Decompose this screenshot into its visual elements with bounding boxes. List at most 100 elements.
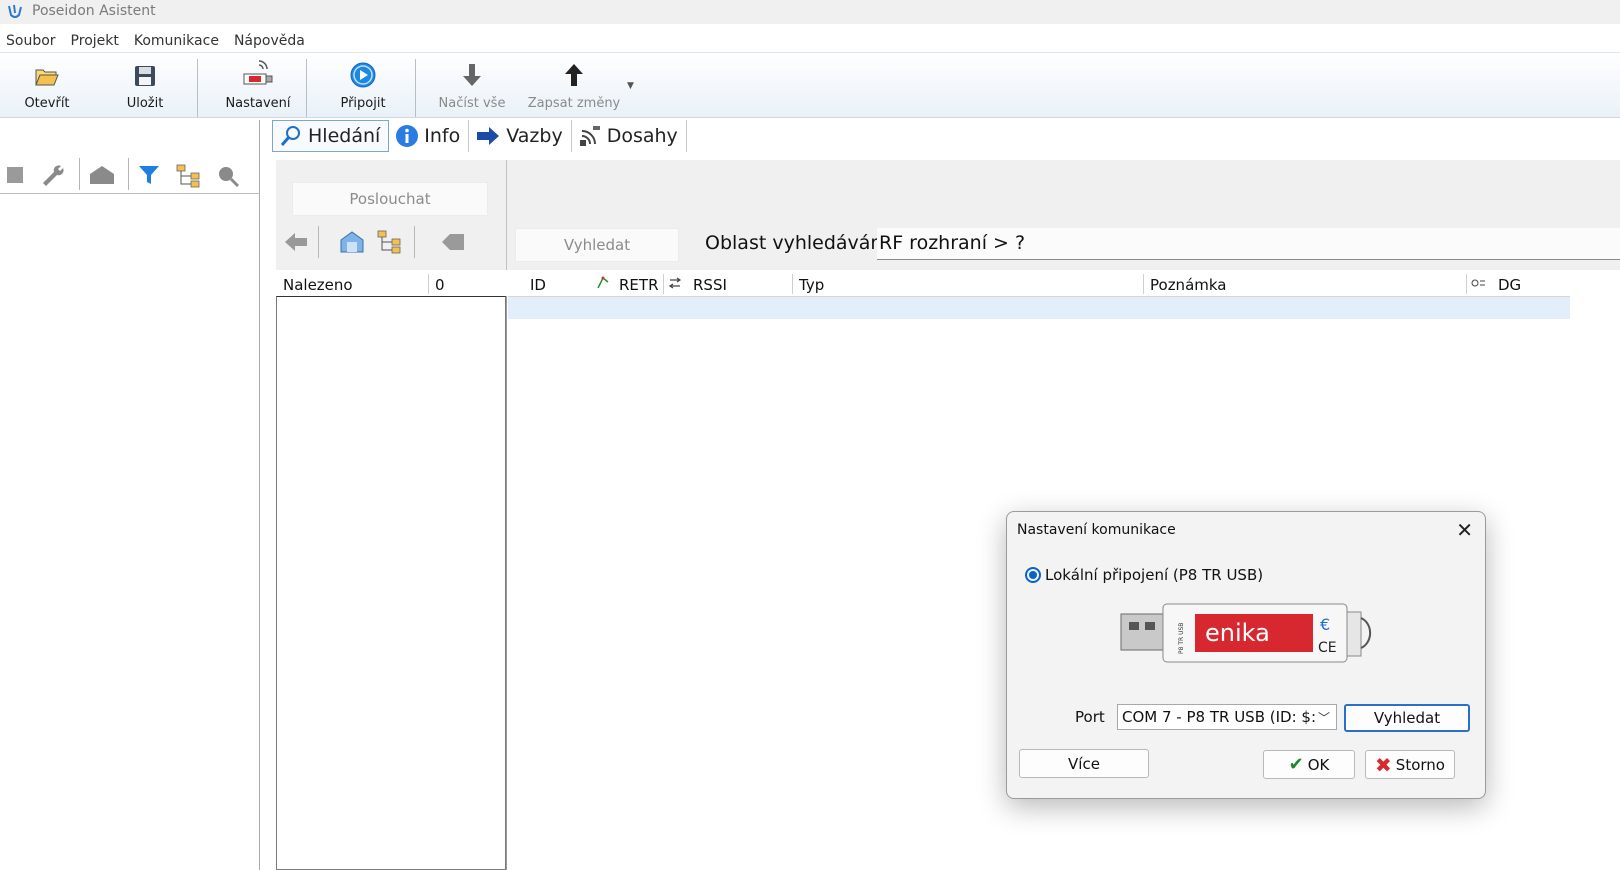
read-all-label: Načíst vše bbox=[438, 96, 506, 111]
left-toolbar-separator bbox=[79, 158, 80, 190]
more-button[interactable]: Více bbox=[1019, 749, 1149, 778]
tab-vazby-label: Vazby bbox=[506, 125, 563, 147]
ok-label: OK bbox=[1307, 755, 1330, 774]
info-icon bbox=[396, 125, 419, 147]
found-list[interactable] bbox=[276, 296, 506, 870]
menu-projekt[interactable]: Projekt bbox=[65, 30, 128, 52]
magnifier-icon[interactable] bbox=[216, 164, 240, 188]
svg-text:CE: CE bbox=[1318, 640, 1337, 656]
settings-button[interactable]: Nastavení bbox=[218, 57, 298, 115]
connect-button[interactable]: Připojit bbox=[328, 57, 398, 115]
settings-label: Nastavení bbox=[225, 96, 291, 111]
menu-napoveda[interactable]: Nápověda bbox=[228, 30, 314, 52]
ok-button[interactable]: ✔ OK bbox=[1263, 750, 1355, 779]
device-model-text: P8 TR USB bbox=[1178, 623, 1185, 654]
left-toolbar bbox=[0, 120, 260, 194]
save-button[interactable]: Uložit bbox=[110, 57, 180, 115]
column-rssi[interactable]: RSSI bbox=[693, 274, 727, 296]
column-typ[interactable]: Typ bbox=[799, 274, 824, 296]
column-poznamka[interactable]: Poznámka bbox=[1150, 274, 1227, 296]
rssi-arrows-icon bbox=[668, 277, 682, 289]
tab-hledani[interactable]: Hledání bbox=[272, 120, 390, 152]
toolbar-separator bbox=[306, 59, 307, 117]
port-select-value: COM 7 - P8 TR USB (ID: $: bbox=[1122, 708, 1316, 726]
app-logo-icon bbox=[8, 4, 22, 18]
search-area-label: Oblast vyhledávání bbox=[705, 232, 888, 254]
arrow-down-icon bbox=[463, 64, 481, 86]
search-area-value[interactable]: RF rozhraní > ? bbox=[877, 228, 1620, 260]
cancel-button[interactable]: ✖ Storno bbox=[1365, 750, 1455, 779]
square-icon[interactable] bbox=[6, 166, 24, 184]
tab-hledani-label: Hledání bbox=[308, 125, 381, 147]
arrow-up-icon bbox=[565, 64, 583, 86]
column-separator bbox=[792, 274, 793, 294]
column-id[interactable]: ID bbox=[530, 274, 546, 296]
write-changes-label: Zapsat změny bbox=[527, 96, 621, 111]
tree-structure-icon[interactable] bbox=[377, 230, 403, 254]
usb-wireless-icon bbox=[243, 60, 273, 85]
search-button[interactable]: Vyhledat bbox=[515, 228, 679, 262]
connect-label: Připojit bbox=[340, 96, 386, 111]
tab-info[interactable]: Info bbox=[389, 120, 470, 152]
arrow-left-icon[interactable] bbox=[283, 232, 309, 252]
retr-icon bbox=[597, 276, 609, 289]
found-count: 0 bbox=[435, 276, 445, 294]
close-icon[interactable]: ✕ bbox=[1456, 518, 1473, 542]
search-person-icon bbox=[280, 126, 300, 146]
found-label: Nalezeno bbox=[283, 276, 353, 294]
house-icon[interactable] bbox=[88, 164, 116, 186]
play-circle-icon bbox=[350, 62, 376, 88]
local-connection-label: Lokální připojení (P8 TR USB) bbox=[1045, 566, 1264, 584]
column-retr[interactable]: RETR bbox=[619, 274, 659, 296]
tab-dosahy[interactable]: Dosahy bbox=[572, 120, 687, 152]
table-row[interactable] bbox=[508, 297, 1570, 319]
menu-bar: Soubor Projekt Komunikace Nápověda bbox=[0, 30, 314, 52]
found-separator bbox=[428, 274, 429, 294]
svg-text:€: € bbox=[1320, 615, 1330, 634]
search-panel: Vyhledat Oblast vyhledávání RF rozhraní … bbox=[506, 160, 1620, 270]
listen-toolbar-separator bbox=[414, 226, 415, 258]
menu-komunikace[interactable]: Komunikace bbox=[128, 30, 228, 52]
radio-selected-icon[interactable] bbox=[1025, 567, 1041, 583]
checkmark-icon: ✔ bbox=[1288, 754, 1304, 775]
write-changes-button[interactable]: Zapsat změny bbox=[526, 57, 622, 115]
column-separator bbox=[1143, 274, 1144, 294]
port-select[interactable]: COM 7 - P8 TR USB (ID: $: ﹀ bbox=[1117, 704, 1337, 730]
wrench-icon[interactable] bbox=[40, 164, 64, 186]
folder-open-icon bbox=[35, 69, 59, 86]
listen-button[interactable]: Poslouchat bbox=[292, 182, 488, 216]
window-title: Poseidon Asistent bbox=[32, 3, 156, 19]
tab-dosahy-label: Dosahy bbox=[606, 125, 678, 147]
cross-icon: ✖ bbox=[1375, 752, 1392, 777]
dropdown-arrow-icon[interactable]: ▼ bbox=[627, 81, 634, 91]
tag-icon[interactable] bbox=[440, 232, 466, 252]
open-label: Otevřít bbox=[24, 96, 70, 111]
menu-soubor[interactable]: Soubor bbox=[0, 30, 65, 52]
read-all-button[interactable]: Načíst vše bbox=[436, 57, 508, 115]
tab-info-label: Info bbox=[424, 125, 461, 147]
table-left-border bbox=[506, 296, 507, 870]
left-toolbar-separator bbox=[128, 158, 129, 190]
column-dg[interactable]: DG bbox=[1498, 274, 1521, 296]
house-blue-icon[interactable] bbox=[339, 230, 365, 254]
local-connection-radio[interactable]: Lokální připojení (P8 TR USB) bbox=[1025, 566, 1263, 584]
filter-icon[interactable] bbox=[138, 164, 160, 186]
main-toolbar: Otevřít Uložit Nastavení Připojit Načíst… bbox=[0, 52, 1620, 118]
chevron-down-icon: ﹀ bbox=[1317, 711, 1330, 725]
column-separator bbox=[1466, 274, 1467, 294]
dialog-search-button[interactable]: Vyhledat bbox=[1344, 704, 1470, 732]
left-panel bbox=[0, 120, 260, 870]
dialog-title: Nastavení komunikace bbox=[1017, 522, 1176, 538]
tree-structure-icon[interactable] bbox=[176, 164, 202, 188]
open-button[interactable]: Otevřít bbox=[12, 57, 82, 115]
column-separator bbox=[663, 274, 664, 294]
save-label: Uložit bbox=[126, 96, 164, 111]
signal-range-icon bbox=[579, 126, 600, 146]
port-label: Port bbox=[1075, 708, 1105, 726]
usb-dongle-image: enika P8 TR USB € CE bbox=[1120, 603, 1372, 663]
cancel-label: Storno bbox=[1395, 755, 1445, 774]
toolbar-separator bbox=[197, 59, 198, 117]
listen-panel: Poslouchat bbox=[276, 160, 506, 270]
tab-vazby[interactable]: Vazby bbox=[469, 120, 572, 152]
main-tabs: Hledání Info Vazby Dosahy bbox=[272, 120, 687, 154]
